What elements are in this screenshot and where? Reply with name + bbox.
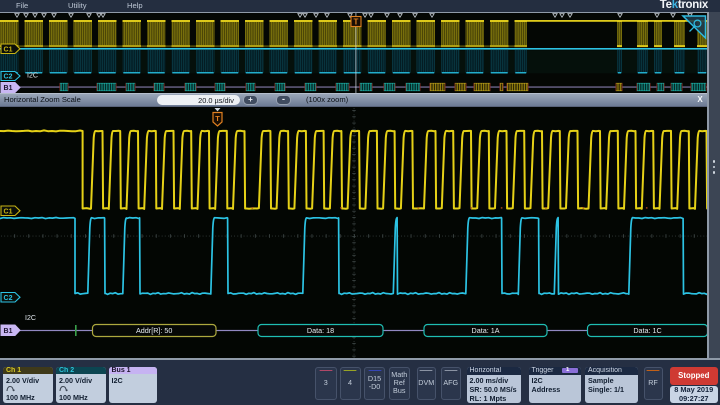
svg-text:C1: C1 [4, 208, 13, 215]
svg-text:Addr[R]: 50: Addr[R]: 50 [136, 326, 172, 335]
svg-text:Data: 1C: Data: 1C [633, 326, 661, 335]
svg-text:B1: B1 [4, 328, 13, 335]
svg-text:C2: C2 [4, 295, 13, 302]
svg-text:C1: C1 [4, 46, 13, 53]
svg-text:Data: 1A: Data: 1A [472, 326, 500, 335]
svg-text:I2C: I2C [25, 315, 36, 322]
svg-text:B1: B1 [4, 85, 13, 92]
svg-text:T: T [215, 114, 220, 123]
svg-text:Data: 18: Data: 18 [307, 326, 334, 335]
svg-text:T: T [354, 17, 359, 26]
svg-text:I2C: I2C [27, 72, 38, 79]
svg-text:C2: C2 [4, 73, 13, 80]
